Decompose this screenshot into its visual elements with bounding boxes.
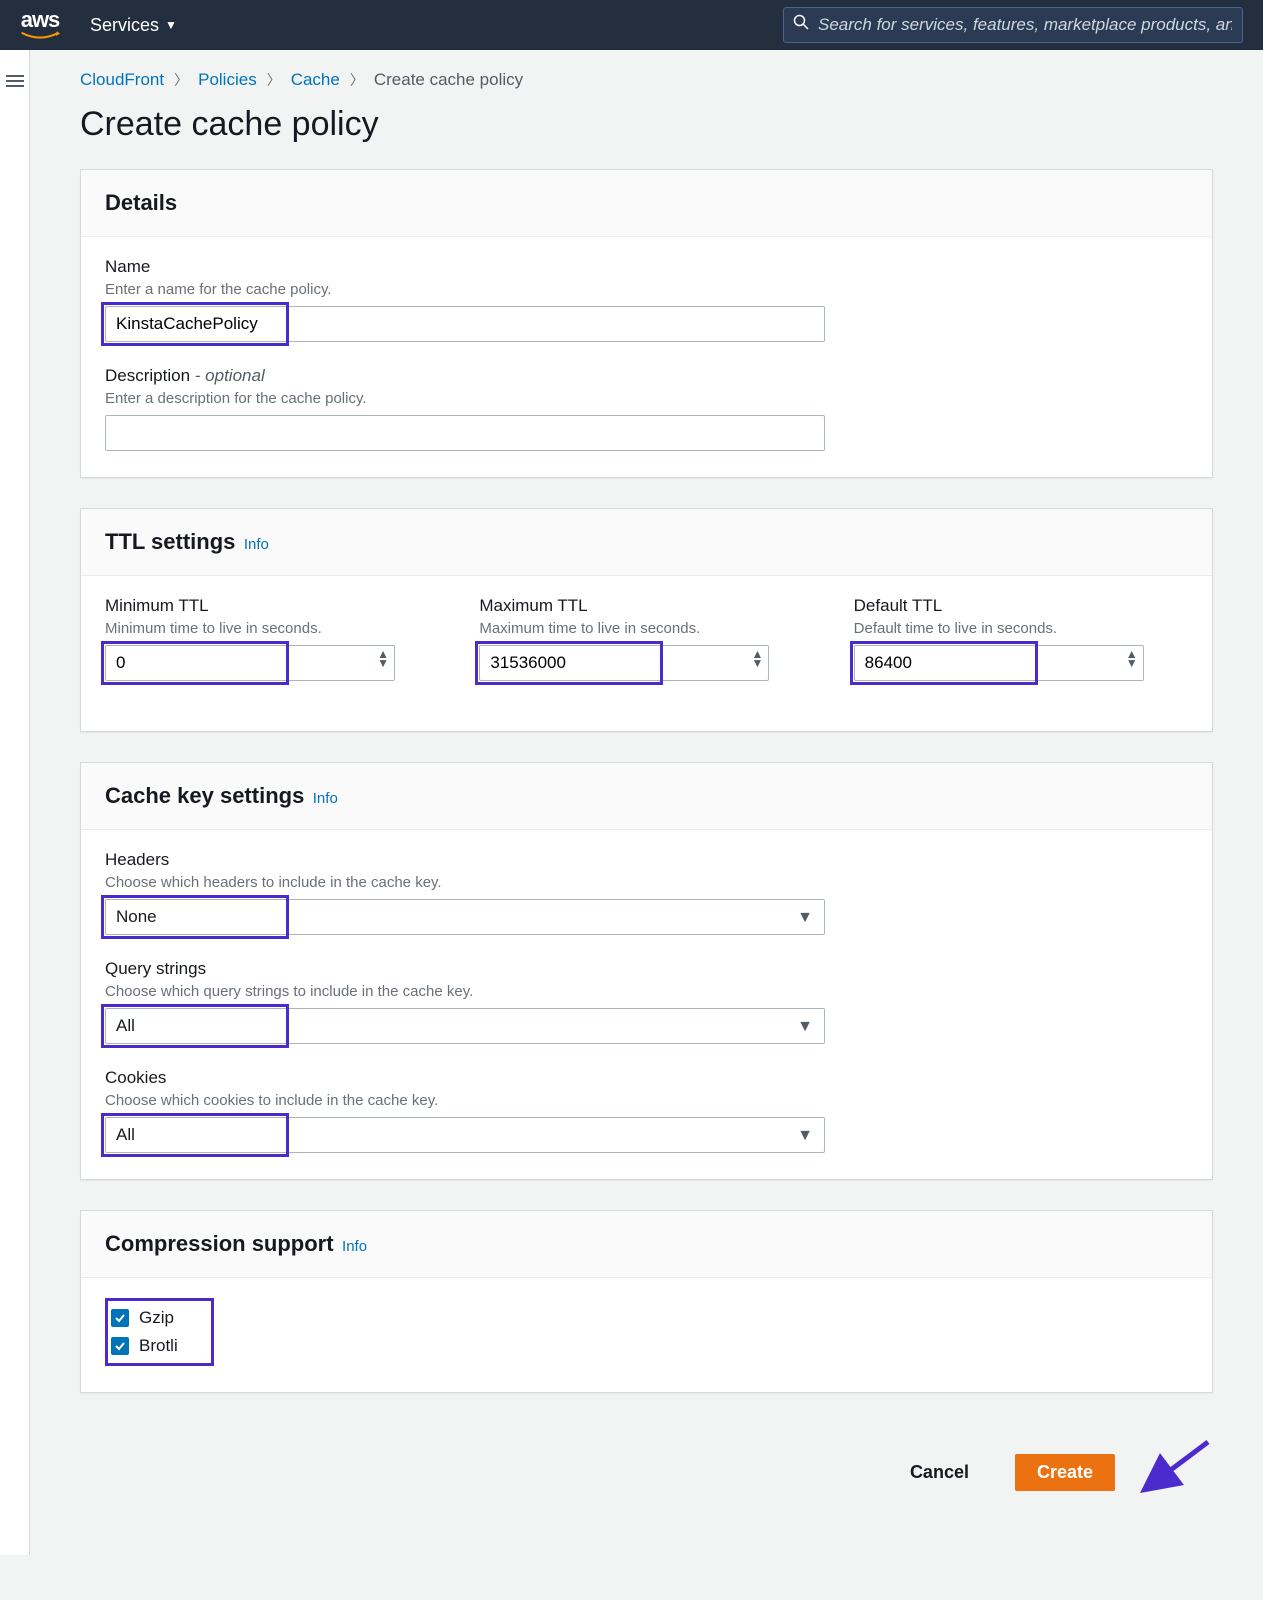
search-input[interactable] xyxy=(783,7,1243,43)
max-ttl-input[interactable] xyxy=(479,645,769,681)
cancel-button[interactable]: Cancel xyxy=(888,1454,991,1491)
description-label: Description - optional xyxy=(105,366,1188,386)
default-ttl-hint: Default time to live in seconds. xyxy=(854,620,1188,637)
compression-heading: Compression support xyxy=(105,1231,334,1256)
chevron-right-icon: 〉 xyxy=(174,70,188,90)
breadcrumb: CloudFront 〉 Policies 〉 Cache 〉 Create c… xyxy=(80,70,1213,90)
compression-panel: Compression support Info Gzip xyxy=(80,1210,1213,1393)
cache-key-heading: Cache key settings xyxy=(105,783,304,808)
name-label: Name xyxy=(105,257,1188,277)
ttl-info-link[interactable]: Info xyxy=(244,536,269,553)
name-input[interactable] xyxy=(105,306,825,342)
side-panel-collapsed xyxy=(0,50,30,1555)
details-panel: Details Name Enter a name for the cache … xyxy=(80,169,1213,478)
min-ttl-hint: Minimum time to live in seconds. xyxy=(105,620,439,637)
search-icon xyxy=(793,14,809,35)
aws-smile-icon xyxy=(20,31,60,41)
stepper-icon[interactable]: ▲▼ xyxy=(751,650,763,668)
gzip-label: Gzip xyxy=(139,1308,174,1328)
compression-info-link[interactable]: Info xyxy=(342,1238,367,1255)
cookies-label: Cookies xyxy=(105,1068,1188,1088)
default-ttl-input[interactable] xyxy=(854,645,1144,681)
brotli-label: Brotli xyxy=(139,1336,178,1356)
form-actions: Cancel Create xyxy=(80,1423,1213,1515)
hamburger-icon[interactable] xyxy=(6,72,24,90)
annotation-arrow-icon xyxy=(1133,1437,1213,1507)
breadcrumb-cache[interactable]: Cache xyxy=(291,70,340,90)
services-menu[interactable]: Services ▼ xyxy=(90,15,177,36)
description-input[interactable] xyxy=(105,415,825,451)
caret-down-icon: ▼ xyxy=(165,18,177,32)
chevron-right-icon: 〉 xyxy=(267,70,281,90)
ttl-panel: TTL settings Info Minimum TTL Minimum ti… xyxy=(80,508,1213,732)
checkbox-checked-icon[interactable] xyxy=(111,1309,129,1327)
headers-select[interactable]: None xyxy=(105,899,825,935)
gzip-checkbox-row[interactable]: Gzip xyxy=(111,1308,178,1328)
brotli-checkbox-row[interactable]: Brotli xyxy=(111,1336,178,1356)
query-strings-label: Query strings xyxy=(105,959,1188,979)
min-ttl-label: Minimum TTL xyxy=(105,596,439,616)
cookies-hint: Choose which cookies to include in the c… xyxy=(105,1092,1188,1109)
page-title: Create cache policy xyxy=(80,105,1213,144)
global-search xyxy=(783,7,1243,43)
cookies-select[interactable]: All xyxy=(105,1117,825,1153)
cache-key-info-link[interactable]: Info xyxy=(313,790,338,807)
max-ttl-hint: Maximum time to live in seconds. xyxy=(479,620,813,637)
max-ttl-label: Maximum TTL xyxy=(479,596,813,616)
ttl-heading: TTL settings xyxy=(105,529,235,554)
headers-hint: Choose which headers to include in the c… xyxy=(105,874,1188,891)
chevron-right-icon: 〉 xyxy=(350,70,364,90)
cache-key-panel: Cache key settings Info Headers Choose w… xyxy=(80,762,1213,1180)
breadcrumb-cloudfront[interactable]: CloudFront xyxy=(80,70,164,90)
stepper-icon[interactable]: ▲▼ xyxy=(1126,650,1138,668)
headers-label: Headers xyxy=(105,850,1188,870)
aws-logo-text: aws xyxy=(21,9,60,31)
checkbox-checked-icon[interactable] xyxy=(111,1337,129,1355)
aws-logo[interactable]: aws xyxy=(20,9,60,41)
default-ttl-label: Default TTL xyxy=(854,596,1188,616)
details-heading: Details xyxy=(105,190,177,215)
name-hint: Enter a name for the cache policy. xyxy=(105,281,1188,298)
stepper-icon[interactable]: ▲▼ xyxy=(377,650,389,668)
services-label: Services xyxy=(90,15,159,36)
top-navigation: aws Services ▼ xyxy=(0,0,1263,50)
description-hint: Enter a description for the cache policy… xyxy=(105,390,1188,407)
breadcrumb-current: Create cache policy xyxy=(374,70,523,90)
query-strings-hint: Choose which query strings to include in… xyxy=(105,983,1188,1000)
query-strings-select[interactable]: All xyxy=(105,1008,825,1044)
min-ttl-input[interactable] xyxy=(105,645,395,681)
create-button[interactable]: Create xyxy=(1015,1454,1115,1491)
breadcrumb-policies[interactable]: Policies xyxy=(198,70,257,90)
